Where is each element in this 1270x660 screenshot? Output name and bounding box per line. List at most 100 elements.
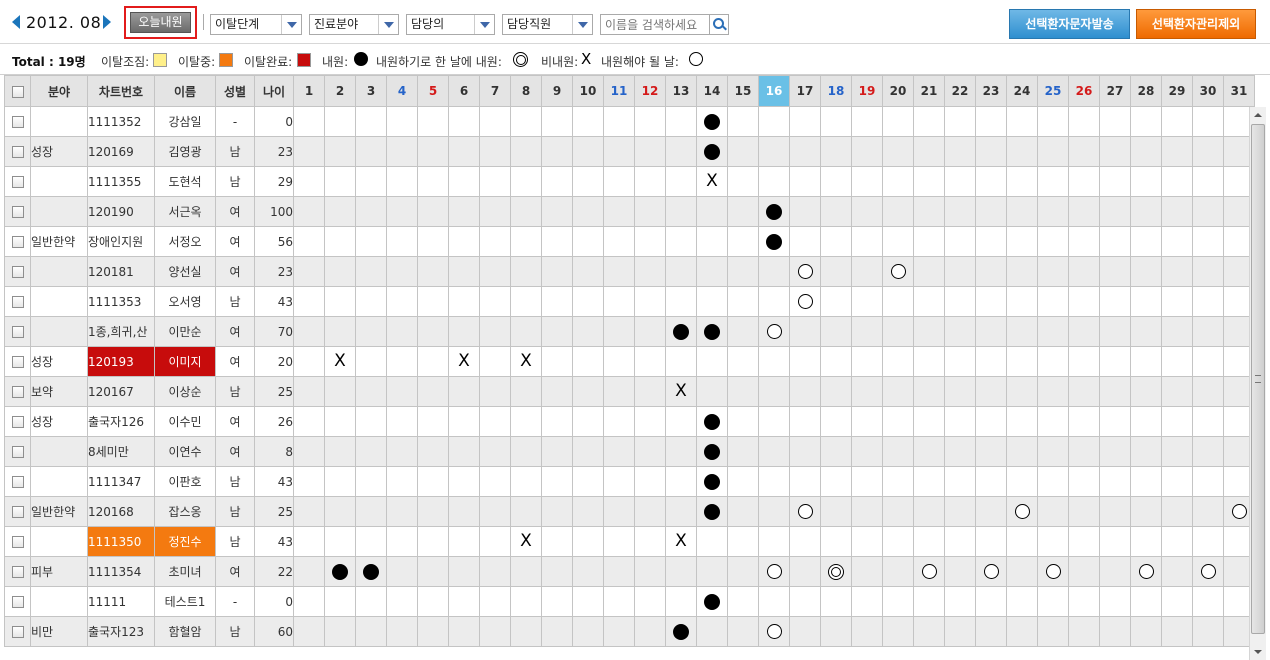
day-cell-17[interactable] (789, 226, 821, 257)
day-cell-26[interactable] (1068, 106, 1100, 137)
day-cell-7[interactable] (479, 256, 511, 287)
day-cell-4[interactable] (386, 406, 418, 437)
day-cell-27[interactable] (1099, 256, 1131, 287)
day-cell-7[interactable] (479, 196, 511, 227)
day-cell-27[interactable] (1099, 586, 1131, 617)
day-cell-10[interactable] (572, 616, 604, 647)
day-cell-13[interactable] (665, 286, 697, 317)
day-cell-10[interactable] (572, 586, 604, 617)
cell-name[interactable]: 이만순 (154, 316, 216, 347)
day-cell-9[interactable] (541, 256, 573, 287)
day-cell-14[interactable] (696, 196, 728, 227)
day-cell-15[interactable] (727, 526, 759, 557)
day-cell-19[interactable] (851, 436, 883, 467)
day-cell-15[interactable] (727, 166, 759, 197)
day-cell-6[interactable] (448, 466, 480, 497)
day-cell-27[interactable] (1099, 616, 1131, 647)
day-cell-17[interactable] (789, 406, 821, 437)
day-cell-27[interactable] (1099, 376, 1131, 407)
row-checkbox[interactable] (11, 386, 24, 398)
day-cell-7[interactable] (479, 526, 511, 557)
day-cell-2[interactable] (324, 316, 356, 347)
day-cell-11[interactable] (603, 136, 635, 167)
day-cell-14[interactable] (696, 376, 728, 407)
day-cell-27[interactable] (1099, 466, 1131, 497)
day-cell-16[interactable] (758, 496, 790, 527)
day-cell-8[interactable] (510, 496, 542, 527)
day-cell-13[interactable] (665, 256, 697, 287)
day-cell-2[interactable] (324, 166, 356, 197)
day-cell-11[interactable] (603, 586, 635, 617)
scroll-up-icon[interactable] (1250, 107, 1266, 123)
day-cell-23[interactable] (975, 616, 1007, 647)
day-cell-3[interactable] (355, 406, 387, 437)
scrollbar-thumb[interactable] (1251, 124, 1265, 634)
day-cell-15[interactable] (727, 466, 759, 497)
day-cell-28[interactable] (1130, 166, 1162, 197)
day-cell-1[interactable] (293, 226, 325, 257)
day-cell-20[interactable] (882, 346, 914, 377)
day-cell-20[interactable] (882, 616, 914, 647)
day-cell-8[interactable] (510, 106, 542, 137)
day-cell-13[interactable] (665, 346, 697, 377)
day-cell-22[interactable] (944, 466, 976, 497)
table-row[interactable]: 120190 서근옥 여 100 (4, 196, 1255, 227)
day-cell-24[interactable] (1006, 106, 1038, 137)
day-cell-19[interactable] (851, 376, 883, 407)
day-cell-6[interactable] (448, 526, 480, 557)
day-cell-27[interactable] (1099, 106, 1131, 137)
cell-name[interactable]: 초미녀 (154, 556, 216, 587)
day-cell-9[interactable] (541, 436, 573, 467)
day-cell-16[interactable] (758, 556, 790, 587)
day-cell-27[interactable] (1099, 136, 1131, 167)
day-cell-12[interactable] (634, 496, 666, 527)
day-cell-1[interactable] (293, 496, 325, 527)
day-cell-28[interactable] (1130, 466, 1162, 497)
day-cell-12[interactable] (634, 466, 666, 497)
day-cell-26[interactable] (1068, 616, 1100, 647)
day-cell-26[interactable] (1068, 196, 1100, 227)
day-cell-18[interactable] (820, 466, 852, 497)
day-cell-11[interactable] (603, 436, 635, 467)
cell-name[interactable]: 서근옥 (154, 196, 216, 227)
day-cell-21[interactable] (913, 586, 945, 617)
day-cell-22[interactable] (944, 256, 976, 287)
day-cell-12[interactable] (634, 556, 666, 587)
day-cell-23[interactable] (975, 136, 1007, 167)
day-cell-11[interactable] (603, 106, 635, 137)
day-cell-26[interactable] (1068, 316, 1100, 347)
header-gender[interactable]: 성별 (215, 75, 255, 107)
day-cell-30[interactable] (1192, 556, 1224, 587)
cell-name[interactable]: 정진수 (154, 526, 216, 557)
select-all-checkbox[interactable] (11, 85, 24, 98)
day-cell-12[interactable] (634, 226, 666, 257)
day-cell-14[interactable] (696, 136, 728, 167)
cell-name[interactable]: 함혈암 (154, 616, 216, 647)
day-cell-18[interactable] (820, 136, 852, 167)
cell-name[interactable]: 강삼일 (154, 106, 216, 137)
day-cell-8[interactable]: X (510, 346, 542, 377)
day-cell-30[interactable] (1192, 376, 1224, 407)
day-cell-3[interactable] (355, 226, 387, 257)
day-cell-22[interactable] (944, 406, 976, 437)
day-cell-30[interactable] (1192, 106, 1224, 137)
day-cell-9[interactable] (541, 406, 573, 437)
day-cell-25[interactable] (1037, 196, 1069, 227)
day-cell-20[interactable] (882, 136, 914, 167)
day-cell-26[interactable] (1068, 346, 1100, 377)
cell-name[interactable]: 테스트1 (154, 586, 216, 617)
day-cell-11[interactable] (603, 376, 635, 407)
row-checkbox[interactable] (11, 566, 24, 578)
day-cell-17[interactable] (789, 256, 821, 287)
day-cell-1[interactable] (293, 586, 325, 617)
day-cell-8[interactable]: X (510, 526, 542, 557)
day-cell-14[interactable] (696, 316, 728, 347)
day-cell-10[interactable] (572, 226, 604, 257)
day-cell-18[interactable] (820, 226, 852, 257)
day-cell-13[interactable] (665, 556, 697, 587)
day-cell-5[interactable] (417, 586, 449, 617)
day-cell-11[interactable] (603, 256, 635, 287)
day-cell-9[interactable] (541, 496, 573, 527)
day-cell-17[interactable] (789, 316, 821, 347)
day-cell-20[interactable] (882, 376, 914, 407)
